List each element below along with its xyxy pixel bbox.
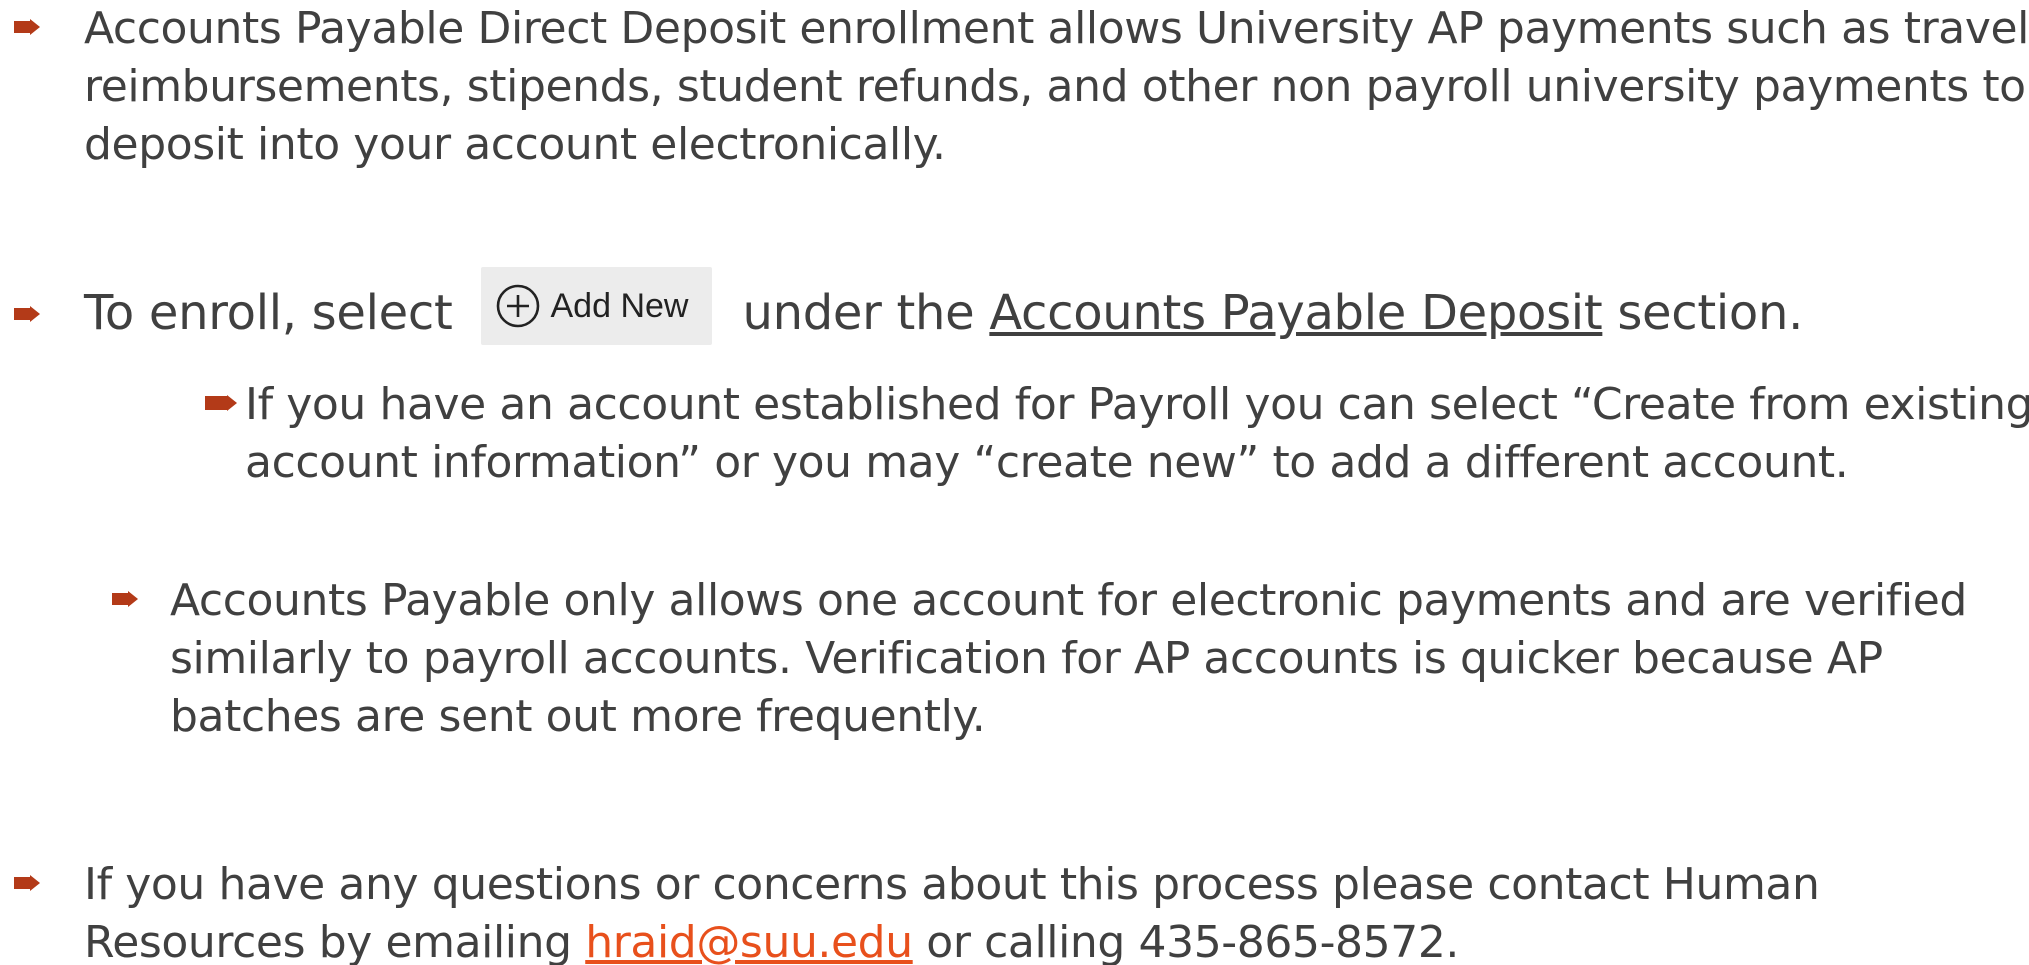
slide: Accounts Payable Direct Deposit enrollme… [0, 0, 2029, 965]
one-account-text: Accounts Payable only allows one account… [170, 575, 1967, 742]
arrow-bullet-icon [14, 306, 40, 322]
contact-text-after: or calling 435-865-8572. [926, 917, 1460, 965]
enroll-text-end: section. [1617, 285, 1804, 341]
contact-text: If you have any questions or concerns ab… [84, 856, 2029, 965]
arrow-bullet-icon [14, 19, 40, 35]
enroll-line: To enroll, select Add New under the Acco… [84, 267, 1804, 348]
email-link[interactable]: hraid@suu.edu [585, 917, 913, 965]
bullet-intro: Accounts Payable Direct Deposit enrollme… [14, 0, 2029, 174]
plus-circle-icon [496, 284, 539, 328]
add-new-button[interactable]: Add New [480, 267, 713, 345]
arrow-bullet-icon [14, 875, 40, 891]
arrow-bullet-icon [112, 591, 138, 607]
bullet-contact: If you have any questions or concerns ab… [14, 856, 2029, 965]
intro-text: Accounts Payable Direct Deposit enrollme… [84, 3, 2029, 170]
enroll-text-after: under the [742, 285, 975, 341]
bullet-existing-account: If you have an account established for P… [205, 376, 2029, 492]
accounts-payable-deposit-section: Accounts Payable Deposit [989, 285, 1603, 341]
bullet-one-account: Accounts Payable only allows one account… [112, 572, 2029, 746]
add-new-label: Add New [550, 287, 689, 325]
bullet-enroll: To enroll, select Add New under the Acco… [14, 267, 1804, 348]
existing-account-text: If you have an account established for P… [245, 379, 2029, 488]
enroll-text-before: To enroll, select [84, 285, 453, 341]
arrow-bullet-icon [205, 395, 237, 411]
